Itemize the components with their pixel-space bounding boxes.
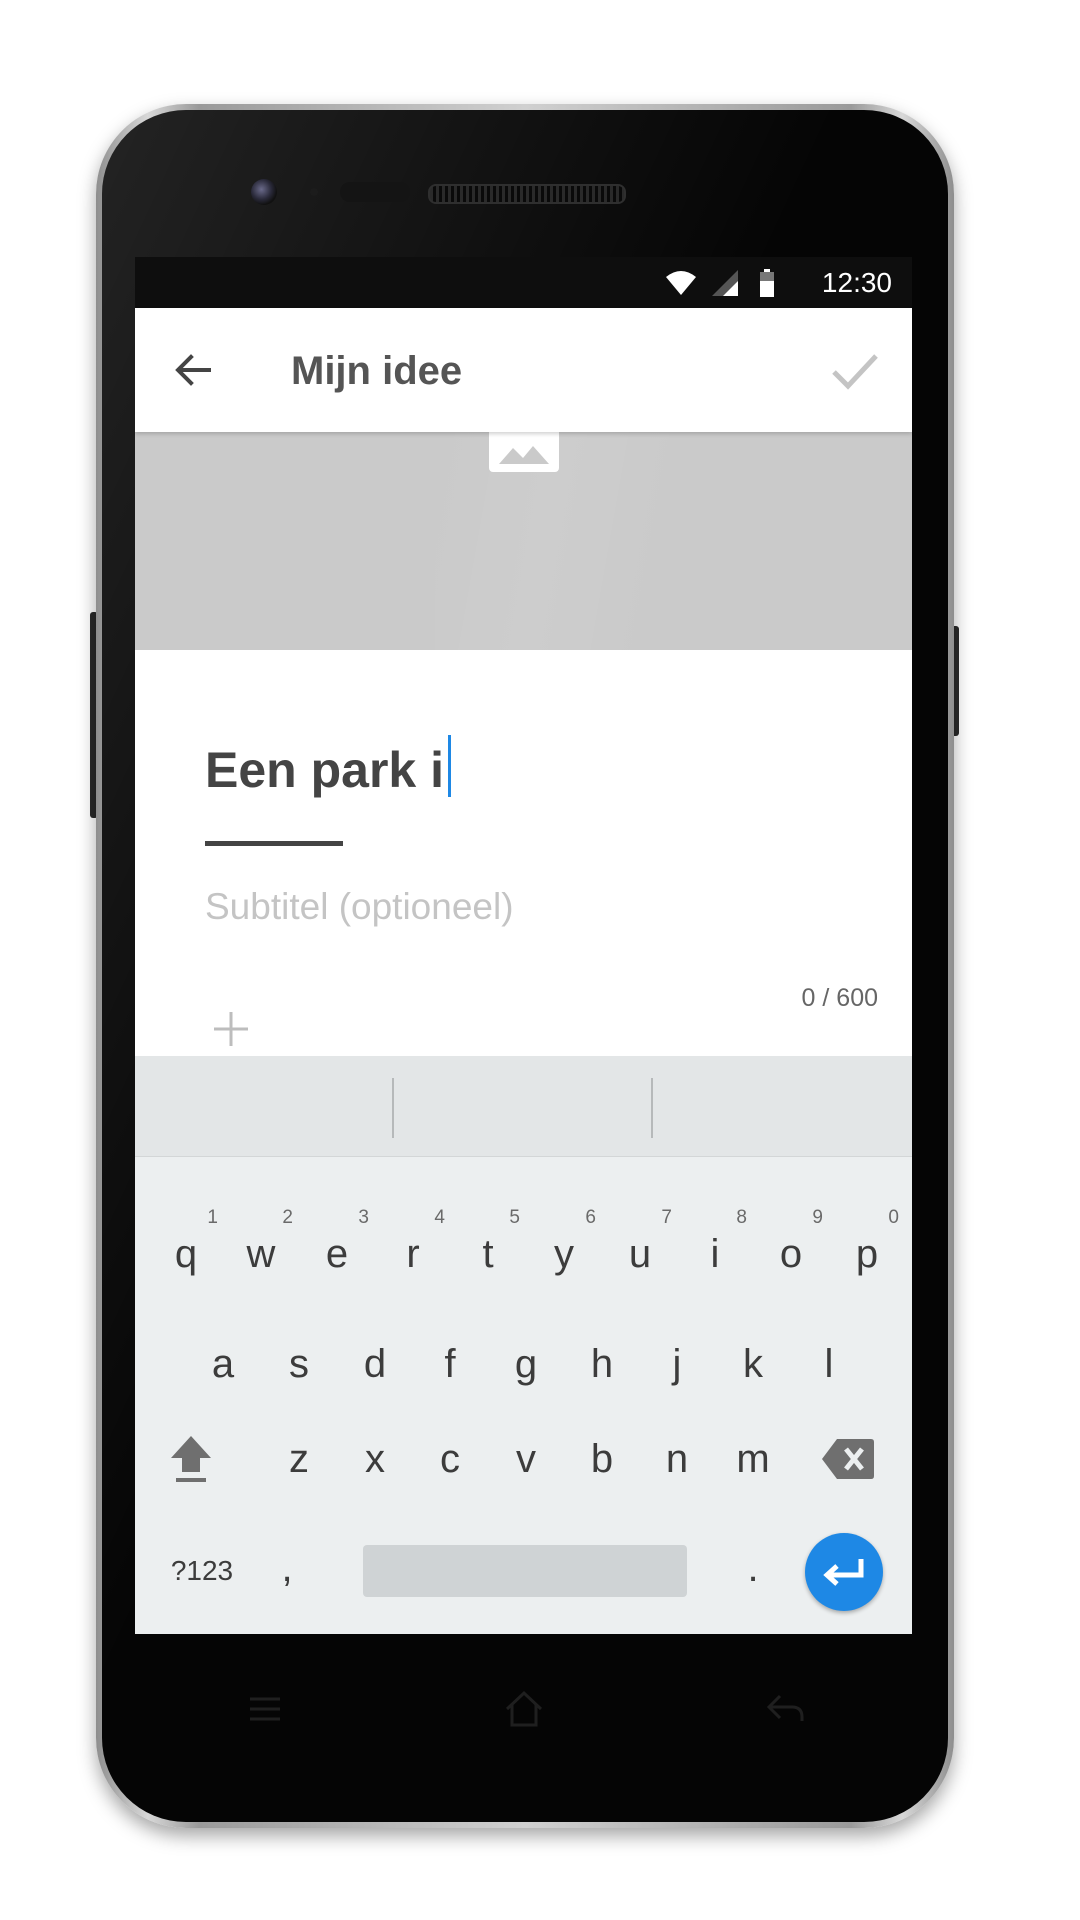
earpiece-speaker	[428, 184, 626, 204]
key-z[interactable]: z	[261, 1414, 337, 1504]
wifi-icon	[666, 271, 696, 295]
enter-button[interactable]	[805, 1533, 883, 1611]
back-nav-icon[interactable]	[764, 1688, 806, 1730]
key-m[interactable]: m	[715, 1414, 791, 1504]
space-bar[interactable]	[363, 1545, 687, 1597]
front-camera	[251, 179, 277, 205]
key-t[interactable]: 5t	[450, 1207, 526, 1299]
key-b[interactable]: b	[564, 1414, 640, 1504]
symbols-key[interactable]: ?123	[157, 1526, 247, 1616]
key-h[interactable]: h	[564, 1319, 640, 1409]
shift-icon[interactable]	[167, 1432, 215, 1488]
key-x[interactable]: x	[337, 1414, 413, 1504]
suggestion-bar	[135, 1056, 912, 1157]
key-period[interactable]: .	[715, 1523, 791, 1613]
key-a[interactable]: a	[185, 1319, 261, 1409]
key-f[interactable]: f	[412, 1319, 488, 1409]
key-c[interactable]: c	[412, 1414, 488, 1504]
key-o[interactable]: 9o	[753, 1207, 829, 1299]
title-input[interactable]: Een park i	[205, 735, 451, 799]
text-cursor	[448, 735, 451, 797]
keyboard: 1q 2w 3e 4r 5t 6y 7u 8i 9o 0p a s d f g …	[135, 1157, 912, 1634]
title-value: Een park i	[205, 742, 444, 798]
key-k[interactable]: k	[715, 1319, 791, 1409]
suggestion-divider	[651, 1078, 653, 1138]
key-w[interactable]: 2w	[223, 1207, 299, 1299]
key-comma[interactable]: ,	[249, 1523, 325, 1613]
key-s[interactable]: s	[261, 1319, 337, 1409]
light-sensor	[340, 182, 410, 202]
home-icon[interactable]	[503, 1688, 545, 1730]
suggestion-divider	[392, 1078, 394, 1138]
key-n[interactable]: n	[639, 1414, 715, 1504]
screen: 12:30 Mijn idee Een park i Subtitel (opt…	[135, 257, 912, 1634]
key-q[interactable]: 1q	[148, 1207, 224, 1299]
key-p[interactable]: 0p	[829, 1207, 905, 1299]
menu-icon[interactable]	[244, 1688, 286, 1730]
cell-signal-icon	[712, 270, 738, 296]
status-bar: 12:30	[135, 257, 912, 308]
cover-image-placeholder[interactable]	[135, 432, 912, 650]
key-y[interactable]: 6y	[526, 1207, 602, 1299]
character-counter: 0 / 600	[801, 984, 878, 1012]
subtitle-input[interactable]: Subtitel (optioneel)	[205, 885, 514, 929]
key-j[interactable]: j	[639, 1319, 715, 1409]
enter-icon	[823, 1559, 864, 1586]
key-i[interactable]: 8i	[677, 1207, 753, 1299]
key-g[interactable]: g	[488, 1319, 564, 1409]
page-title: Mijn idee	[291, 349, 463, 393]
key-u[interactable]: 7u	[602, 1207, 678, 1299]
key-e[interactable]: 3e	[299, 1207, 375, 1299]
battery-icon	[760, 269, 774, 297]
key-v[interactable]: v	[488, 1414, 564, 1504]
arrow-left-icon[interactable]	[169, 346, 217, 394]
key-d[interactable]: d	[337, 1319, 413, 1409]
app-bar: Mijn idee	[135, 308, 912, 432]
plus-icon[interactable]	[211, 1009, 251, 1049]
image-placeholder-icon	[489, 432, 559, 472]
key-l[interactable]: l	[791, 1319, 867, 1409]
status-time: 12:30	[821, 267, 892, 298]
check-icon[interactable]	[828, 344, 882, 398]
title-underline	[205, 841, 343, 846]
proximity-sensor	[310, 188, 318, 196]
key-r[interactable]: 4r	[375, 1207, 451, 1299]
backspace-icon[interactable]	[821, 1437, 875, 1481]
